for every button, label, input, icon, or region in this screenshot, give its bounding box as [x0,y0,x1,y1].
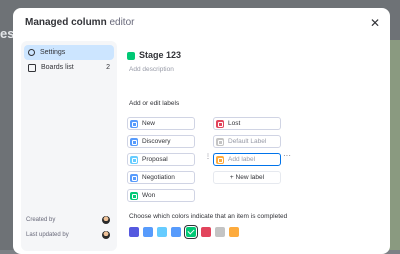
last-updated-by-row: Last updated by [26,231,110,239]
label-color-swatch[interactable] [130,119,138,128]
label-text: Default Label [228,138,267,145]
completed-color-option[interactable] [157,227,167,237]
check-icon [187,227,195,235]
completed-color-option[interactable] [143,227,153,237]
label-text: Discovery [142,138,171,145]
new-label-text: + New label [229,174,265,181]
modal-title: Managed column editor [25,17,134,28]
completed-color-option[interactable] [229,227,239,237]
label-chip[interactable]: Default Label [213,135,281,148]
label-text: Negotiation [142,174,175,181]
sidebar-item-label: Settings [40,49,66,56]
completed-colors-heading: Choose which colors indicate that an ite… [129,213,288,220]
label-color-swatch[interactable] [216,137,224,146]
avatar[interactable] [102,216,110,224]
label-chip[interactable]: Lost [213,117,281,130]
label-text: New [142,120,156,127]
labels-heading: Add or edit labels [129,100,180,107]
sidebar-item-boards-list[interactable]: Boards list 2 [24,60,114,75]
label-color-swatch[interactable] [130,137,138,146]
label-text: Won [142,192,156,199]
modal-title-bold: Managed column [25,17,107,28]
sidebar-item-settings[interactable]: Settings [24,45,114,60]
drag-handle-icon[interactable]: ⋮⋮ [205,154,217,164]
label-chip-editing[interactable]: Add label [213,153,281,166]
stage-color-icon[interactable] [127,52,135,60]
modal-title-light: editor [106,17,135,28]
description-input[interactable]: Add description [129,66,174,73]
label-chip[interactable]: Won [127,189,195,202]
completed-color-option[interactable] [171,227,181,237]
last-updated-by-label: Last updated by [26,232,69,238]
label-text: Proposal [142,156,168,163]
label-color-swatch[interactable] [130,191,138,200]
main-panel: Stage 123 Add description Add or edit la… [125,41,385,251]
completed-color-option[interactable] [201,227,211,237]
label-chip[interactable]: New [127,117,195,130]
label-text: Lost [228,120,241,127]
stage-title[interactable]: Stage 123 [139,50,181,60]
label-color-swatch[interactable] [216,155,224,164]
completed-color-option-selected[interactable] [186,227,196,237]
more-options-icon[interactable]: ··· [283,151,291,160]
label-chip[interactable]: Negotiation [127,171,195,184]
managed-column-editor-modal: Managed column editor ✕ Settings Boards … [13,8,390,254]
sidebar-item-label: Boards list [41,64,74,71]
label-chip[interactable]: Discovery [127,135,195,148]
new-label-input[interactable]: Add label [228,156,255,163]
completed-color-option[interactable] [215,227,225,237]
sidebar: Settings Boards list 2 Created by Last u… [21,41,117,251]
new-label-button[interactable]: + New label [213,171,281,184]
board-icon [28,63,36,72]
completed-color-option[interactable] [129,227,139,237]
label-chip[interactable]: Proposal [127,153,195,166]
created-by-label: Created by [26,217,56,223]
avatar[interactable] [102,231,110,239]
label-color-swatch[interactable] [216,119,224,128]
created-by-row: Created by [26,216,110,224]
label-color-swatch[interactable] [130,155,138,164]
label-color-swatch[interactable] [130,173,138,182]
gear-icon [28,49,35,56]
close-icon[interactable]: ✕ [368,16,382,30]
boards-count: 2 [106,64,110,71]
